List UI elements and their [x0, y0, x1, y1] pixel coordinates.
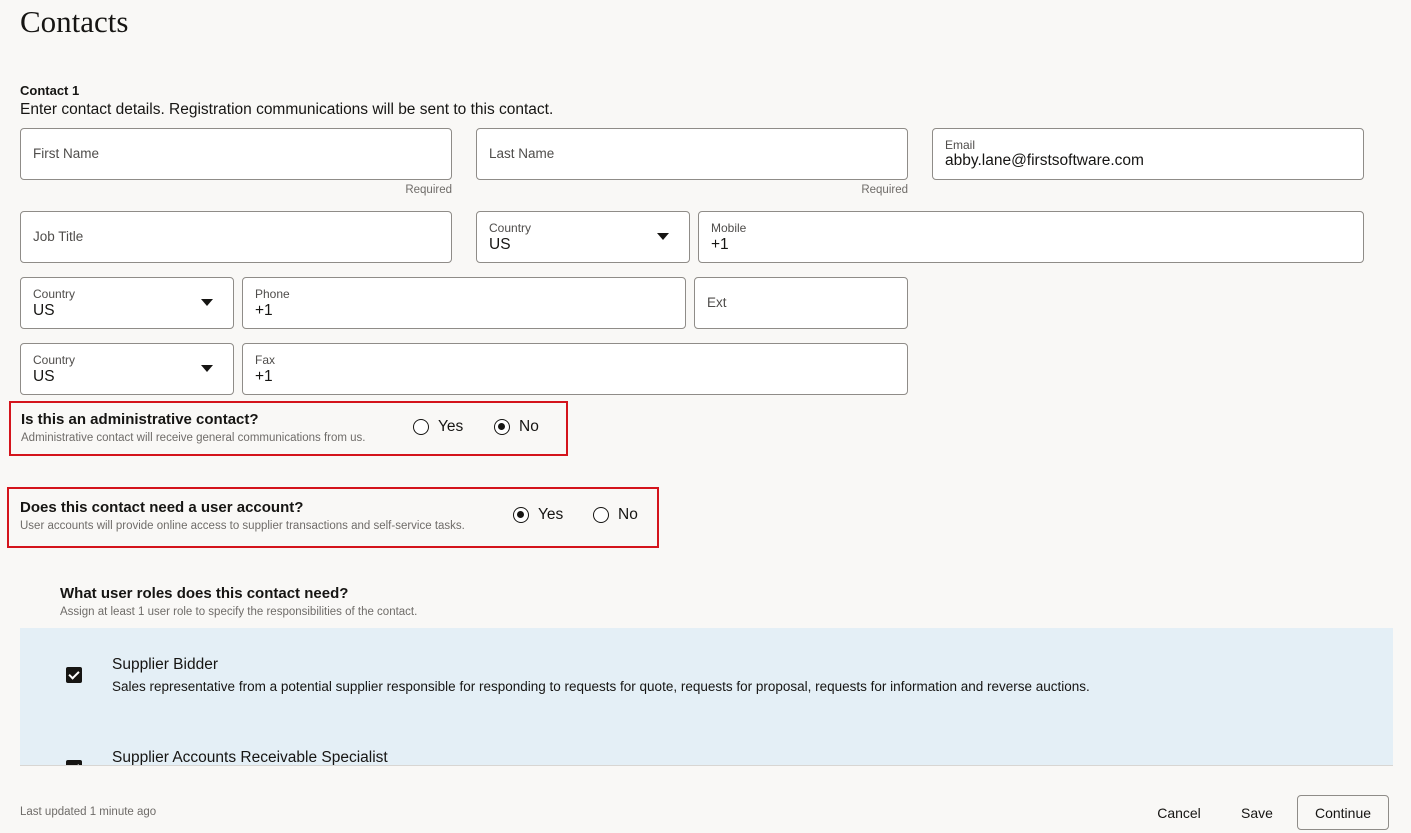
- mobile-country-select[interactable]: Country US: [476, 211, 690, 263]
- role-name: Supplier Bidder: [112, 656, 218, 673]
- contact-heading: Contact 1: [20, 83, 80, 98]
- phone-label: Phone: [255, 287, 290, 301]
- admin-question-subtitle: Administrative contact will receive gene…: [21, 432, 366, 444]
- roles-subtitle: Assign at least 1 user role to specify t…: [60, 606, 418, 618]
- radio-unchecked-icon: [593, 507, 609, 523]
- role-description: Sales representative from a potential su…: [112, 679, 1090, 694]
- admin-no-label: No: [519, 418, 539, 435]
- last-name-label: Last Name: [489, 146, 555, 161]
- contact-description: Enter contact details. Registration comm…: [20, 101, 554, 118]
- ext-field[interactable]: Ext: [694, 277, 908, 329]
- phone-value: +1: [255, 302, 273, 319]
- mobile-value: +1: [711, 236, 729, 253]
- phone-country-select[interactable]: Country US: [20, 277, 234, 329]
- chevron-down-icon: [201, 299, 213, 306]
- fax-country-select[interactable]: Country US: [20, 343, 234, 395]
- phone-country-label: Country: [33, 287, 76, 301]
- fax-value: +1: [255, 368, 273, 385]
- last-name-required: Required: [861, 184, 908, 196]
- fax-country-label: Country: [33, 353, 76, 367]
- account-no-radio[interactable]: No: [593, 506, 638, 524]
- radio-unchecked-icon: [413, 419, 429, 435]
- role-name: Supplier Accounts Receivable Specialist: [112, 749, 388, 766]
- role-item[interactable]: Supplier Bidder Sales representative fro…: [20, 628, 1393, 722]
- admin-yes-label: Yes: [438, 418, 464, 435]
- user-account-question: Does this contact need a user account? U…: [7, 487, 659, 548]
- mobile-country-value: US: [489, 236, 511, 253]
- account-question-subtitle: User accounts will provide online access…: [20, 520, 465, 532]
- account-question-title: Does this contact need a user account?: [20, 499, 304, 516]
- mobile-field[interactable]: Mobile +1: [698, 211, 1364, 263]
- role-checkbox-checked[interactable]: [66, 760, 82, 765]
- radio-checked-icon: [494, 419, 510, 435]
- first-name-label: First Name: [33, 146, 100, 161]
- job-title-field[interactable]: Job Title: [20, 211, 452, 263]
- account-yes-label: Yes: [538, 506, 564, 523]
- admin-no-radio[interactable]: No: [494, 418, 539, 436]
- chevron-down-icon: [201, 365, 213, 372]
- first-name-required: Required: [405, 184, 452, 196]
- role-checkbox-checked[interactable]: [66, 667, 82, 683]
- fax-label: Fax: [255, 353, 276, 367]
- ext-label: Ext: [707, 295, 727, 310]
- account-yes-radio[interactable]: Yes: [513, 506, 563, 524]
- admin-contact-question: Is this an administrative contact? Admin…: [9, 401, 568, 456]
- radio-checked-icon: [513, 507, 529, 523]
- email-label: Email: [945, 138, 976, 152]
- last-updated-status: Last updated 1 minute ago: [20, 806, 157, 818]
- chevron-down-icon: [657, 233, 669, 240]
- mobile-label: Mobile: [711, 221, 747, 235]
- mobile-country-label: Country: [489, 221, 532, 235]
- save-button[interactable]: Save: [1232, 797, 1282, 829]
- continue-button[interactable]: Continue: [1297, 795, 1389, 830]
- email-field[interactable]: Email abby.lane@firstsoftware.com: [932, 128, 1364, 180]
- last-name-field[interactable]: Last Name: [476, 128, 908, 180]
- phone-field[interactable]: Phone +1: [242, 277, 686, 329]
- page-title: Contacts: [20, 4, 129, 39]
- roles-title: What user roles does this contact need?: [60, 585, 349, 602]
- admin-question-title: Is this an administrative contact?: [21, 411, 259, 428]
- roles-list[interactable]: Supplier Bidder Sales representative fro…: [20, 628, 1393, 766]
- email-value: abby.lane@firstsoftware.com: [945, 152, 1144, 169]
- fax-field[interactable]: Fax +1: [242, 343, 908, 395]
- job-title-label: Job Title: [33, 229, 84, 244]
- first-name-field[interactable]: First Name: [20, 128, 452, 180]
- account-no-label: No: [618, 506, 638, 523]
- role-item[interactable]: Supplier Accounts Receivable Specialist: [20, 722, 1393, 766]
- phone-country-value: US: [33, 302, 55, 319]
- fax-country-value: US: [33, 368, 55, 385]
- admin-yes-radio[interactable]: Yes: [413, 418, 463, 436]
- cancel-button[interactable]: Cancel: [1146, 797, 1212, 829]
